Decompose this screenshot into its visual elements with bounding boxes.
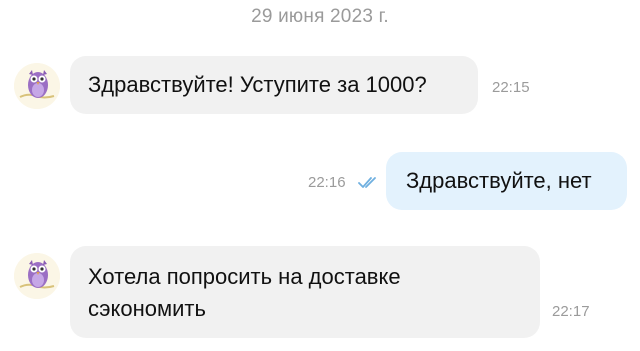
message-text: Здравствуйте! Уступите за 1000? <box>88 72 427 97</box>
message-bubble-outgoing[interactable]: Здравствуйте, нет <box>386 152 627 210</box>
message-bubble-incoming[interactable]: Здравствуйте! Уступите за 1000? <box>70 56 478 114</box>
message-time: 22:17 <box>552 303 590 320</box>
message-time: 22:15 <box>492 79 530 96</box>
date-separator: 29 июня 2023 г. <box>251 6 389 27</box>
message-time: 22:16 <box>308 174 346 191</box>
owl-avatar-icon[interactable] <box>14 63 60 109</box>
owl-avatar-icon[interactable] <box>14 253 60 299</box>
double-check-icon <box>358 177 376 188</box>
message-text: Здравствуйте, нет <box>406 168 592 193</box>
message-text-line1: Хотела попросить на доставке <box>88 264 401 289</box>
message-bubble-incoming[interactable]: Хотела попросить на доставке сэкономить <box>70 246 540 338</box>
message-text-line2: сэкономить <box>88 296 206 321</box>
